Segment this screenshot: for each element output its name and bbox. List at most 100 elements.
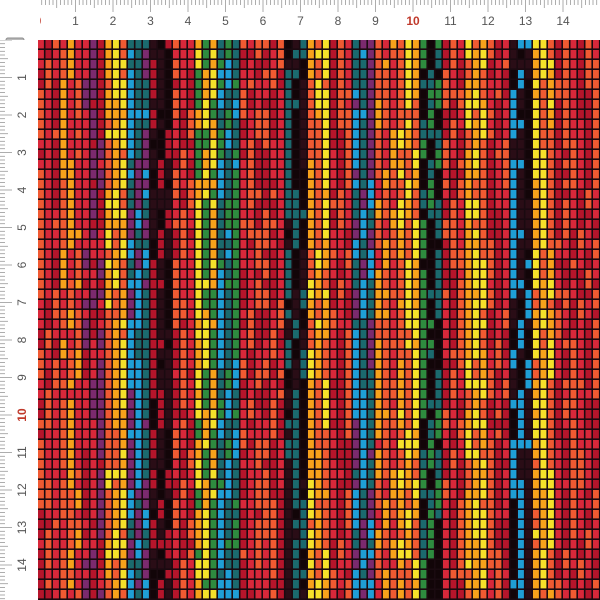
fabric-cell (210, 570, 217, 579)
fabric-cell (135, 440, 142, 449)
fabric-cell (525, 70, 532, 79)
fabric-cell (555, 260, 562, 269)
fabric-cell (248, 430, 254, 439)
fabric-cell (473, 230, 479, 239)
fabric-cell (450, 210, 457, 219)
fabric-cell (443, 430, 449, 439)
fabric-cell (360, 180, 367, 189)
fabric-cell (518, 530, 524, 539)
fabric-cell (473, 140, 479, 149)
fabric-cell (143, 350, 149, 359)
fabric-cell (158, 480, 164, 489)
fabric-cell (345, 500, 352, 509)
fabric-cell (83, 80, 89, 89)
fabric-cell (203, 130, 209, 139)
fabric-cell (68, 110, 74, 119)
fabric-cell (593, 490, 599, 499)
fabric-cell (533, 340, 539, 349)
fabric-cell (60, 150, 67, 159)
fabric-cell (210, 390, 217, 399)
fabric-cell (218, 140, 224, 149)
fabric-cell (383, 170, 389, 179)
fabric-cell (315, 250, 322, 259)
fabric-cell (173, 330, 179, 339)
fabric-cell (188, 260, 194, 269)
fabric-cell (570, 570, 577, 579)
fabric-cell (443, 510, 449, 519)
fabric-cell (300, 200, 307, 209)
fabric-cell (450, 320, 457, 329)
fabric-cell (105, 470, 112, 479)
fabric-cell (300, 180, 307, 189)
ruler-label: 6 (15, 261, 29, 268)
fabric-cell (195, 270, 202, 279)
fabric-cell (293, 280, 299, 289)
fabric-cell (360, 480, 367, 489)
fabric-cell (495, 200, 502, 209)
fabric-cell (75, 280, 82, 289)
fabric-cell (570, 400, 577, 409)
fabric-cell (173, 160, 179, 169)
fabric-cell (563, 100, 569, 109)
fabric-cell (353, 290, 359, 299)
fabric-cell (473, 520, 479, 529)
fabric-cell (570, 130, 577, 139)
fabric-cell (225, 60, 232, 69)
fabric-cell (503, 320, 509, 329)
fabric-cell (593, 160, 599, 169)
fabric-cell (120, 510, 127, 519)
fabric-cell (278, 250, 284, 259)
fabric-cell (195, 570, 202, 579)
fabric-cell (128, 230, 134, 239)
fabric-cell (458, 340, 464, 349)
fabric-cell (98, 460, 104, 469)
fabric-cell (465, 330, 472, 339)
fabric-cell (323, 410, 329, 419)
fabric-cell (555, 190, 562, 199)
hanger-clip-icon (0, 0, 40, 66)
fabric-cell (555, 140, 562, 149)
fabric-cell (578, 450, 584, 459)
fabric-cell (593, 580, 599, 589)
fabric-cell (360, 370, 367, 379)
fabric-cell (263, 160, 269, 169)
fabric-cell (345, 190, 352, 199)
fabric-cell (570, 150, 577, 159)
fabric-cell (195, 510, 202, 519)
fabric-cell (548, 570, 554, 579)
fabric-cell (68, 420, 74, 429)
fabric-cell (533, 330, 539, 339)
fabric-cell (173, 560, 179, 569)
fabric-cell (188, 170, 194, 179)
fabric-cell (510, 490, 517, 499)
fabric-cell (278, 140, 284, 149)
fabric-cell (330, 340, 337, 349)
fabric-cell (518, 60, 524, 69)
fabric-cell (45, 430, 52, 439)
fabric-cell (495, 390, 502, 399)
fabric-cell (353, 560, 359, 569)
fabric-cell (210, 460, 217, 469)
fabric-cell (293, 120, 299, 129)
fabric-cell (570, 580, 577, 589)
fabric-cell (143, 370, 149, 379)
fabric-cell (218, 130, 224, 139)
fabric-cell (278, 550, 284, 559)
fabric-cell (555, 380, 562, 389)
fabric-cell (488, 60, 494, 69)
fabric-cell (323, 330, 329, 339)
fabric-cell (278, 60, 284, 69)
fabric-cell (53, 40, 59, 49)
fabric-cell (368, 250, 374, 259)
fabric-cell (555, 440, 562, 449)
fabric-cell (495, 330, 502, 339)
fabric-cell (75, 450, 82, 459)
fabric-cell (173, 410, 179, 419)
fabric-cell (555, 510, 562, 519)
fabric-cell (330, 280, 337, 289)
fabric-cell (90, 350, 97, 359)
fabric-cell (443, 520, 449, 529)
fabric-cell (308, 310, 314, 319)
fabric-cell (38, 380, 44, 389)
fabric-cell (135, 550, 142, 559)
